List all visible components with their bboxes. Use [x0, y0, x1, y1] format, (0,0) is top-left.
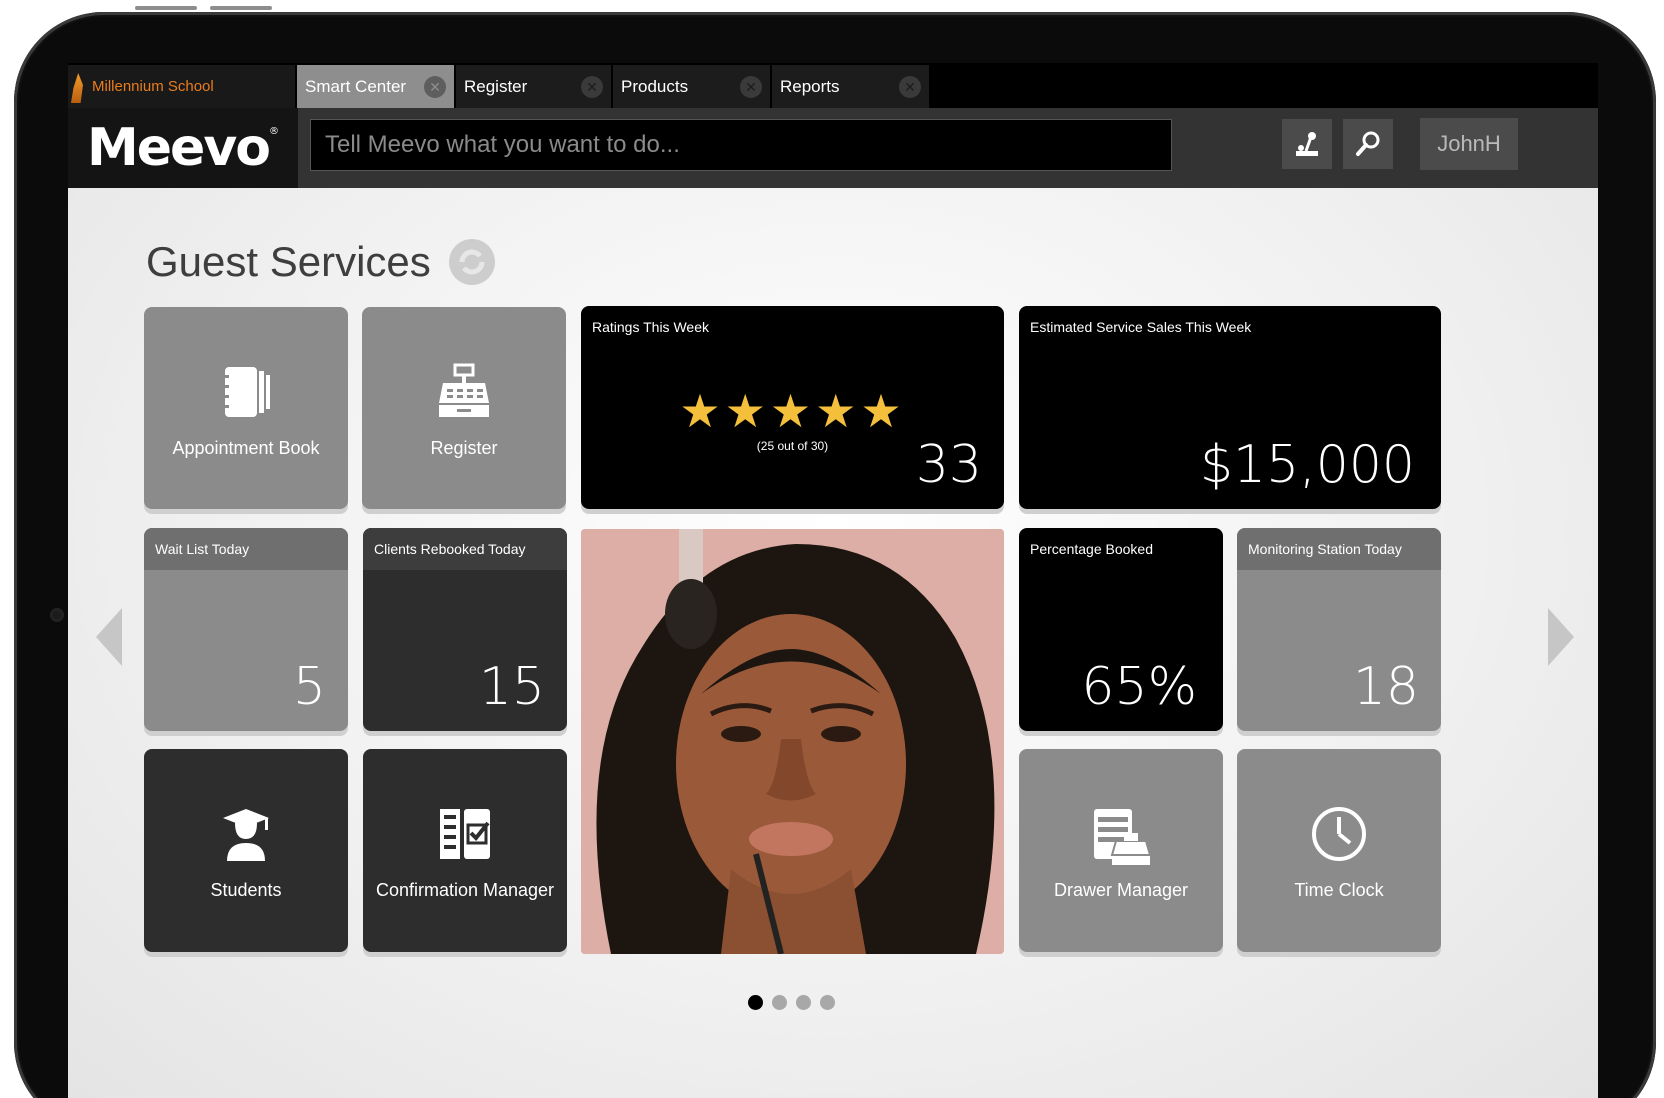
tile-label: Register [430, 438, 498, 458]
tab-brand[interactable]: Millennium School [68, 65, 295, 108]
star-rating: ★★★★★ [679, 385, 906, 437]
students-tile[interactable]: Students [144, 749, 348, 952]
cash-register-icon [439, 363, 489, 417]
tile-title: Monitoring Station Today [1237, 528, 1441, 570]
page-dot[interactable] [796, 995, 811, 1010]
appointment-book-icon [221, 367, 270, 417]
device-button [210, 6, 272, 10]
model-portrait [581, 529, 1004, 954]
tab-label: Register [464, 76, 528, 96]
drawer-manager-tile[interactable]: Drawer Manager [1019, 749, 1223, 952]
register-tile[interactable]: Register [362, 307, 566, 509]
graduate-icon [223, 809, 269, 861]
sales-tile[interactable]: Estimated Service Sales This Week $15,00… [1019, 306, 1441, 509]
page-dot[interactable] [748, 995, 763, 1010]
tile-label: Time Clock [1294, 880, 1384, 900]
page-title: Guest Services [146, 238, 495, 286]
drawer-manager-icon [1094, 809, 1152, 865]
tile-title: Ratings This Week [592, 319, 709, 335]
tab-label: Products [621, 76, 689, 96]
search-input[interactable]: Tell Meevo what you want to do... [310, 119, 1172, 171]
monitoring-station-tile[interactable]: Monitoring Station Today 18 [1237, 528, 1441, 731]
tab-reports[interactable]: Reports ✕ [772, 65, 929, 108]
checklist-icon [440, 809, 490, 859]
ratings-tile[interactable]: Ratings This Week ★★★★★ (25 out of 30) 3… [581, 306, 1004, 509]
refresh-icon [459, 249, 485, 275]
tab-label: Reports [780, 76, 840, 96]
clients-rebooked-tile[interactable]: Clients Rebooked Today 15 [363, 528, 567, 731]
tile-label: Students [210, 880, 282, 900]
station-button[interactable] [1282, 119, 1332, 169]
appointment-book-tile[interactable]: Appointment Book [144, 307, 348, 509]
tile-label: Drawer Manager [1053, 880, 1189, 900]
tile-label: Confirmation Manager [375, 880, 555, 900]
tab-smart-center[interactable]: Smart Center ✕ [297, 65, 454, 108]
time-clock-tile[interactable]: Time Clock [1237, 749, 1441, 952]
search-icon [1356, 131, 1380, 156]
tab-register[interactable]: Register ✕ [456, 65, 611, 108]
tab-bar: Millennium School Smart Center ✕ Registe… [68, 63, 1598, 108]
app-header: Meevo® Tell Meevo what you want to do...… [68, 108, 1598, 188]
tile-title: Estimated Service Sales This Week [1030, 319, 1252, 335]
search-button[interactable] [1343, 119, 1393, 169]
logo[interactable]: Meevo® [68, 108, 298, 188]
tile-title: Wait List Today [144, 528, 348, 570]
refresh-button[interactable] [448, 239, 495, 285]
flame-icon [71, 73, 83, 103]
tile-value: 15 [478, 657, 545, 717]
clock-icon [1312, 807, 1366, 861]
device-button [135, 6, 197, 10]
tile-value: 33 [915, 435, 982, 495]
page-dot[interactable] [820, 995, 835, 1010]
user-menu[interactable]: JohnH [1420, 118, 1518, 170]
brand-label: Millennium School [92, 78, 214, 95]
previous-page-arrow[interactable] [96, 608, 122, 666]
tile-title: Percentage Booked [1030, 541, 1153, 557]
tab-products[interactable]: Products ✕ [613, 65, 770, 108]
app-screen: Millennium School Smart Center ✕ Registe… [68, 63, 1598, 1098]
close-icon[interactable]: ✕ [740, 76, 762, 98]
tile-title: Clients Rebooked Today [363, 528, 567, 570]
joystick-icon [1296, 132, 1318, 156]
page-indicator [748, 995, 835, 1010]
close-icon[interactable]: ✕ [424, 76, 446, 98]
confirmation-manager-tile[interactable]: Confirmation Manager [363, 749, 567, 952]
close-icon[interactable]: ✕ [899, 76, 921, 98]
logo-text: Meevo [87, 118, 271, 178]
camera [50, 608, 64, 622]
promo-photo [581, 529, 1004, 954]
tile-value: 5 [292, 657, 326, 717]
page-dot[interactable] [772, 995, 787, 1010]
tile-value: 18 [1352, 657, 1419, 717]
percentage-booked-tile[interactable]: Percentage Booked 65% [1019, 528, 1223, 731]
tile-value: 65% [1081, 657, 1197, 717]
tile-value: $15,000 [1199, 435, 1415, 495]
tab-label: Smart Center [305, 76, 407, 96]
tile-label: Appointment Book [172, 438, 320, 458]
wait-list-tile[interactable]: Wait List Today 5 [144, 528, 348, 731]
next-page-arrow[interactable] [1548, 608, 1574, 666]
page-title-text: Guest Services [146, 238, 431, 285]
close-icon[interactable]: ✕ [581, 76, 603, 98]
